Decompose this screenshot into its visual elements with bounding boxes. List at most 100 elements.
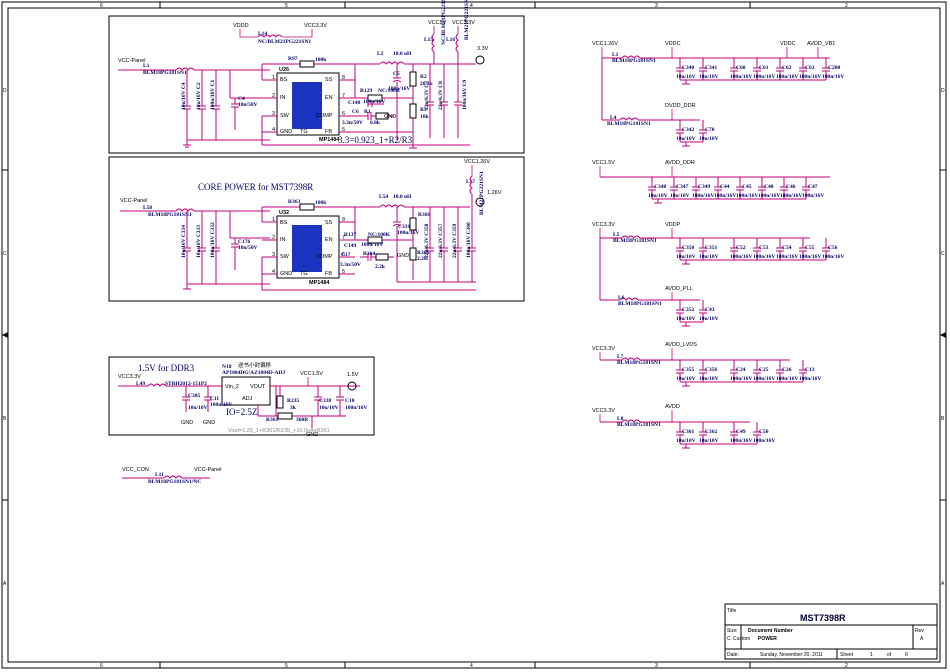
net-vcc-panel-3: VCC-Panel [194,467,222,473]
rev-value: A [920,636,924,642]
block2-circuit: CORE POWER for MST7398R VCC1.26V VCC-Pan… [120,159,502,291]
decoupling-cap: C13 100n/16V [799,360,821,382]
cap-ref: C349 [698,184,710,190]
row-marker: B [3,416,7,422]
part-r363-val: 100k [315,200,327,206]
size-label: Size [727,628,737,634]
part-c385-val: 10u/10V [188,405,208,411]
decoupling-cap: C55 100n/16V [799,238,821,260]
net-avdd-pll: AVDD_PLL [665,286,693,292]
cap-value: 100n/16V [802,193,824,199]
col-marker: 6 [100,663,103,669]
svg-text:3: 3 [272,111,275,117]
col-marker: 4 [470,663,473,669]
decoupling-cap: C46 100n/16V [780,177,802,199]
svg-text:FB: FB [325,271,332,277]
part-r3-val: 10k [420,114,430,120]
col-marker: 5 [285,3,288,9]
svg-text:NC/BLM21PG221SN1: NC/BLM21PG221SN1 [441,0,447,45]
decoupling-cap: C351 10u/10V [699,238,719,260]
svg-text:GND: GND [397,253,409,259]
cap-value: 100n/16V [776,254,798,260]
decoupling-cap: C349 100n/16V [692,177,714,199]
svg-text:3: 3 [272,252,275,258]
svg-text:10u/16V C2: 10u/16V C2 [196,82,202,110]
decoupling-cap: C54 100n/16V [776,238,798,260]
cap-value: 100n/16V [730,438,752,444]
pin-comp: COMP [316,113,333,119]
part-n18-note: 送书小封偏移 [238,361,272,369]
cap-ref: C55 [805,245,815,251]
decoupling-cap: C52 100n/16V [730,238,752,260]
part-c149-val: 100n/16V [361,242,383,248]
cap-ref: C25 [759,367,769,373]
part-l58-val: BLM18PG181SN1 [148,212,192,218]
cap-ref: C45 [742,184,752,190]
size-value: C [727,636,731,642]
cap-value: 100n/16V [753,376,775,382]
cap-ref: C24 [736,367,746,373]
decoupling-network: VCC1.26V VDDC VDDC AVDD_VB1 L1 BLM18PG18… [592,41,844,449]
decoupling-cap: C340 10u/10V [676,58,696,80]
cap-ref: C53 [759,245,769,251]
pin-ss: SS [325,77,333,83]
decoupling-cap: C62 100n/16V [776,58,798,80]
sheet-label: Sheet [840,652,854,658]
part-r361-val: 360R [296,417,309,423]
formula-3v3: 3.3=0.923_1+R2/R3 [338,135,413,145]
decoupling-cap: C70 10u/10V [699,120,719,142]
part-u32-part: MP1484 [309,280,330,286]
cap-ref: C60 [736,65,746,71]
svg-text:100n/16V C9: 100n/16V C9 [462,79,468,110]
net-vcc33-r: VCC3.3V [592,222,615,228]
custom-label: Custom [733,636,750,642]
svg-text:22u/6.3V C359: 22u/6.3V C359 [452,223,458,258]
of-label: of [887,652,892,658]
row-marker: D [941,88,945,94]
part-u26: U26 [279,67,289,73]
svg-text:100n/16V C1: 100n/16V C1 [210,79,216,110]
svg-text:2: 2 [272,235,275,241]
decoupling-cap: C348 10u/10V [648,177,668,199]
decoupling-cap: C53 100n/16V [753,238,775,260]
net-vcc33: VCC3.3V [304,23,327,29]
pin-fb: FB [325,129,332,135]
cap-ref: C43 [705,307,715,313]
net-126v: 1.26V [487,190,502,196]
part-u32: U32 [279,210,289,216]
part-c17: C17 [341,252,351,258]
part-l1-r-val: BLM18PG181SN1 [612,58,656,64]
vcc-con-block: VCC_CON VCC-Panel L11 BLM18PG181SN1/NC [122,467,222,485]
decoupling-cap: C47 100n/16V [802,177,824,199]
decoupling-cap: C361 10u/10V [676,422,696,444]
part-c6: C6 [352,109,359,115]
decoupling-cap: C50 100n/16V [753,422,775,444]
svg-text:IN: IN [280,237,286,243]
pin-tg: TG [300,129,308,135]
svg-text:4: 4 [272,127,275,133]
cap-ref: C361 [682,429,694,435]
cap-ref: C52 [736,245,746,251]
part-l11-val: BLM18PG181SN1/NC [148,479,201,485]
part-r235: R235 [287,398,299,404]
net-avdd: AVDD [665,404,680,410]
cap-ref: C50 [759,429,769,435]
part-l2-val: 10.0 uH [393,51,412,57]
svg-text:1: 1 [272,217,275,223]
part-r137-val: NC/100K [368,232,391,238]
cap-value: 10u/10V [648,193,668,199]
cap-value: 100n/16V [730,74,752,80]
svg-text:GND: GND [203,420,215,426]
svg-text:EN: EN [325,237,333,243]
cap-ref: C352 [682,307,694,313]
part-r97-val: 100k [315,57,327,63]
svg-text:10u/16V C334: 10u/16V C334 [181,225,187,258]
decoupling-cap: C342 10u/10V [676,120,696,142]
ddr3-title: 1.5V for DDR3 [138,363,195,373]
part-l14: L14 [258,31,267,37]
cap-ref: C347 [676,184,688,190]
svg-text:SS: SS [325,220,333,226]
decoupling-cap: C347 10u/10V [670,177,690,199]
part-n18-part: AP1084DG/AZ1084D-ADJ [222,370,285,376]
decoupling-cap: C26 100n/16V [776,360,798,382]
